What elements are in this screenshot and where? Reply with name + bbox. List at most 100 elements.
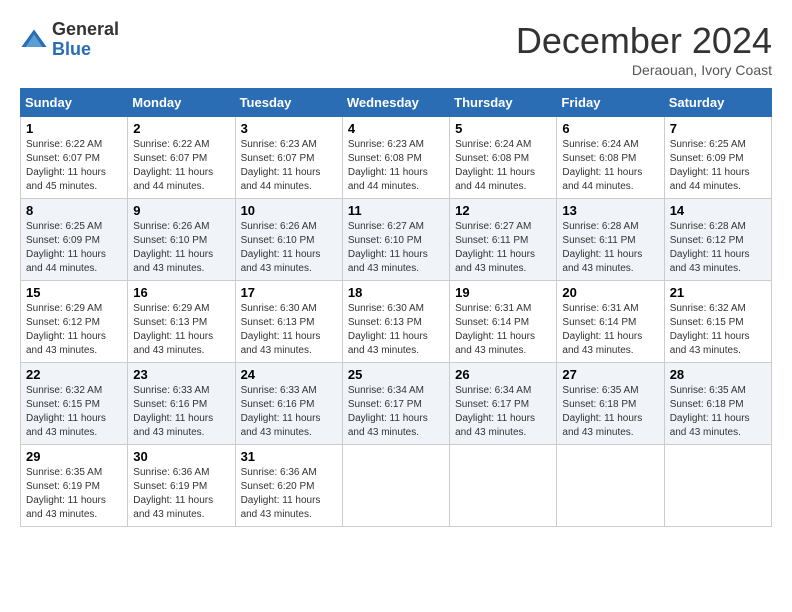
logo-blue: Blue xyxy=(52,39,91,59)
week-row-1: 1 Sunrise: 6:22 AM Sunset: 6:07 PM Dayli… xyxy=(21,117,772,199)
day-number: 30 xyxy=(133,449,229,464)
calendar-cell: 29 Sunrise: 6:35 AM Sunset: 6:19 PM Dayl… xyxy=(21,445,128,527)
week-row-3: 15 Sunrise: 6:29 AM Sunset: 6:12 PM Dayl… xyxy=(21,281,772,363)
day-info: Sunrise: 6:26 AM Sunset: 6:10 PM Dayligh… xyxy=(133,220,229,276)
day-number: 8 xyxy=(26,203,122,218)
day-info: Sunrise: 6:31 AM Sunset: 6:14 PM Dayligh… xyxy=(562,302,658,358)
calendar-cell: 14 Sunrise: 6:28 AM Sunset: 6:12 PM Dayl… xyxy=(664,199,771,281)
day-number: 20 xyxy=(562,285,658,300)
calendar-cell: 15 Sunrise: 6:29 AM Sunset: 6:12 PM Dayl… xyxy=(21,281,128,363)
page-header: General Blue December 2024 Deraouan, Ivo… xyxy=(20,20,772,78)
day-number: 5 xyxy=(455,121,551,136)
day-number: 13 xyxy=(562,203,658,218)
calendar-cell xyxy=(450,445,557,527)
calendar-cell: 4 Sunrise: 6:23 AM Sunset: 6:08 PM Dayli… xyxy=(342,117,449,199)
weekday-header-wednesday: Wednesday xyxy=(342,89,449,117)
calendar-table: SundayMondayTuesdayWednesdayThursdayFrid… xyxy=(20,88,772,527)
day-number: 28 xyxy=(670,367,766,382)
day-info: Sunrise: 6:34 AM Sunset: 6:17 PM Dayligh… xyxy=(455,384,551,440)
calendar-cell: 11 Sunrise: 6:27 AM Sunset: 6:10 PM Dayl… xyxy=(342,199,449,281)
logo-text: General Blue xyxy=(52,20,119,60)
weekday-header-row: SundayMondayTuesdayWednesdayThursdayFrid… xyxy=(21,89,772,117)
day-info: Sunrise: 6:35 AM Sunset: 6:18 PM Dayligh… xyxy=(562,384,658,440)
day-number: 2 xyxy=(133,121,229,136)
calendar-cell: 19 Sunrise: 6:31 AM Sunset: 6:14 PM Dayl… xyxy=(450,281,557,363)
day-number: 7 xyxy=(670,121,766,136)
calendar-cell: 23 Sunrise: 6:33 AM Sunset: 6:16 PM Dayl… xyxy=(128,363,235,445)
day-info: Sunrise: 6:24 AM Sunset: 6:08 PM Dayligh… xyxy=(455,138,551,194)
weekday-header-sunday: Sunday xyxy=(21,89,128,117)
calendar-cell: 18 Sunrise: 6:30 AM Sunset: 6:13 PM Dayl… xyxy=(342,281,449,363)
calendar-cell: 5 Sunrise: 6:24 AM Sunset: 6:08 PM Dayli… xyxy=(450,117,557,199)
day-info: Sunrise: 6:30 AM Sunset: 6:13 PM Dayligh… xyxy=(348,302,444,358)
month-title: December 2024 xyxy=(516,20,772,62)
day-info: Sunrise: 6:28 AM Sunset: 6:12 PM Dayligh… xyxy=(670,220,766,276)
week-row-2: 8 Sunrise: 6:25 AM Sunset: 6:09 PM Dayli… xyxy=(21,199,772,281)
day-info: Sunrise: 6:36 AM Sunset: 6:20 PM Dayligh… xyxy=(241,466,337,522)
day-info: Sunrise: 6:25 AM Sunset: 6:09 PM Dayligh… xyxy=(670,138,766,194)
day-number: 19 xyxy=(455,285,551,300)
calendar-cell: 16 Sunrise: 6:29 AM Sunset: 6:13 PM Dayl… xyxy=(128,281,235,363)
day-number: 9 xyxy=(133,203,229,218)
calendar-cell: 21 Sunrise: 6:32 AM Sunset: 6:15 PM Dayl… xyxy=(664,281,771,363)
calendar-cell: 30 Sunrise: 6:36 AM Sunset: 6:19 PM Dayl… xyxy=(128,445,235,527)
day-info: Sunrise: 6:32 AM Sunset: 6:15 PM Dayligh… xyxy=(670,302,766,358)
day-info: Sunrise: 6:28 AM Sunset: 6:11 PM Dayligh… xyxy=(562,220,658,276)
weekday-header-tuesday: Tuesday xyxy=(235,89,342,117)
calendar-cell: 27 Sunrise: 6:35 AM Sunset: 6:18 PM Dayl… xyxy=(557,363,664,445)
day-info: Sunrise: 6:26 AM Sunset: 6:10 PM Dayligh… xyxy=(241,220,337,276)
day-info: Sunrise: 6:31 AM Sunset: 6:14 PM Dayligh… xyxy=(455,302,551,358)
calendar-cell: 22 Sunrise: 6:32 AM Sunset: 6:15 PM Dayl… xyxy=(21,363,128,445)
day-info: Sunrise: 6:23 AM Sunset: 6:07 PM Dayligh… xyxy=(241,138,337,194)
calendar-cell xyxy=(557,445,664,527)
day-number: 18 xyxy=(348,285,444,300)
title-area: December 2024 Deraouan, Ivory Coast xyxy=(516,20,772,78)
day-info: Sunrise: 6:35 AM Sunset: 6:18 PM Dayligh… xyxy=(670,384,766,440)
logo-general: General xyxy=(52,19,119,39)
calendar-cell: 6 Sunrise: 6:24 AM Sunset: 6:08 PM Dayli… xyxy=(557,117,664,199)
week-row-5: 29 Sunrise: 6:35 AM Sunset: 6:19 PM Dayl… xyxy=(21,445,772,527)
day-number: 6 xyxy=(562,121,658,136)
day-number: 16 xyxy=(133,285,229,300)
day-number: 4 xyxy=(348,121,444,136)
day-number: 17 xyxy=(241,285,337,300)
day-info: Sunrise: 6:33 AM Sunset: 6:16 PM Dayligh… xyxy=(133,384,229,440)
calendar-cell xyxy=(342,445,449,527)
day-number: 10 xyxy=(241,203,337,218)
day-info: Sunrise: 6:22 AM Sunset: 6:07 PM Dayligh… xyxy=(26,138,122,194)
day-info: Sunrise: 6:23 AM Sunset: 6:08 PM Dayligh… xyxy=(348,138,444,194)
weekday-header-saturday: Saturday xyxy=(664,89,771,117)
day-number: 12 xyxy=(455,203,551,218)
day-number: 25 xyxy=(348,367,444,382)
weekday-header-monday: Monday xyxy=(128,89,235,117)
calendar-cell: 2 Sunrise: 6:22 AM Sunset: 6:07 PM Dayli… xyxy=(128,117,235,199)
day-number: 24 xyxy=(241,367,337,382)
day-info: Sunrise: 6:35 AM Sunset: 6:19 PM Dayligh… xyxy=(26,466,122,522)
day-info: Sunrise: 6:24 AM Sunset: 6:08 PM Dayligh… xyxy=(562,138,658,194)
day-number: 1 xyxy=(26,121,122,136)
weekday-header-thursday: Thursday xyxy=(450,89,557,117)
calendar-cell: 7 Sunrise: 6:25 AM Sunset: 6:09 PM Dayli… xyxy=(664,117,771,199)
calendar-cell xyxy=(664,445,771,527)
day-info: Sunrise: 6:32 AM Sunset: 6:15 PM Dayligh… xyxy=(26,384,122,440)
calendar-cell: 9 Sunrise: 6:26 AM Sunset: 6:10 PM Dayli… xyxy=(128,199,235,281)
week-row-4: 22 Sunrise: 6:32 AM Sunset: 6:15 PM Dayl… xyxy=(21,363,772,445)
weekday-header-friday: Friday xyxy=(557,89,664,117)
calendar-cell: 31 Sunrise: 6:36 AM Sunset: 6:20 PM Dayl… xyxy=(235,445,342,527)
day-info: Sunrise: 6:29 AM Sunset: 6:13 PM Dayligh… xyxy=(133,302,229,358)
day-number: 21 xyxy=(670,285,766,300)
day-info: Sunrise: 6:30 AM Sunset: 6:13 PM Dayligh… xyxy=(241,302,337,358)
calendar-cell: 10 Sunrise: 6:26 AM Sunset: 6:10 PM Dayl… xyxy=(235,199,342,281)
day-number: 22 xyxy=(26,367,122,382)
day-number: 26 xyxy=(455,367,551,382)
day-info: Sunrise: 6:36 AM Sunset: 6:19 PM Dayligh… xyxy=(133,466,229,522)
day-number: 29 xyxy=(26,449,122,464)
logo-icon xyxy=(20,26,48,54)
day-info: Sunrise: 6:27 AM Sunset: 6:11 PM Dayligh… xyxy=(455,220,551,276)
day-number: 11 xyxy=(348,203,444,218)
calendar-cell: 1 Sunrise: 6:22 AM Sunset: 6:07 PM Dayli… xyxy=(21,117,128,199)
day-info: Sunrise: 6:34 AM Sunset: 6:17 PM Dayligh… xyxy=(348,384,444,440)
day-info: Sunrise: 6:25 AM Sunset: 6:09 PM Dayligh… xyxy=(26,220,122,276)
calendar-cell: 28 Sunrise: 6:35 AM Sunset: 6:18 PM Dayl… xyxy=(664,363,771,445)
location: Deraouan, Ivory Coast xyxy=(516,62,772,78)
